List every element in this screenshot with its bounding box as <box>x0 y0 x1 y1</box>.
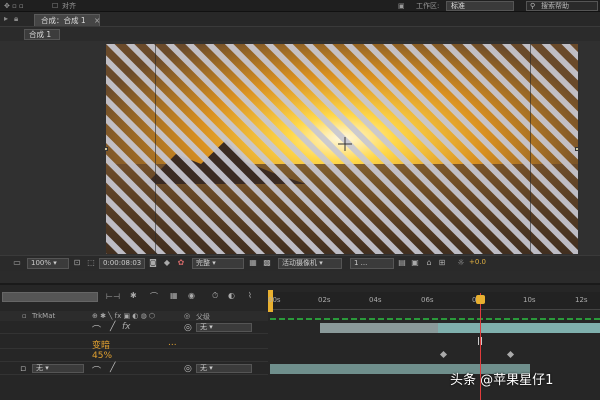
layer-bar[interactable] <box>320 323 438 333</box>
trkmat-value: 无 <box>36 364 43 372</box>
label-icon: ▫ <box>22 312 27 320</box>
exposure-value[interactable]: +0.0 <box>469 258 486 266</box>
comp-frame-image[interactable] <box>106 44 578 254</box>
transparency-grid-icon[interactable]: ▩ <box>262 258 272 268</box>
switches-header: ⊕ ✱ ╲ fx ▣ ◐ ◍ ⬡ <box>92 312 156 320</box>
parent-value: 无 <box>200 364 207 372</box>
search-placeholder: 搜索帮助 <box>541 2 569 10</box>
shy-icon[interactable]: ⌒ <box>150 291 158 302</box>
pickwhip-icon[interactable]: ◎ <box>184 323 192 333</box>
trkmat-select[interactable]: 无 ▾ <box>32 364 84 373</box>
resolution-select[interactable]: 完整 ▾ <box>192 258 244 269</box>
parent-select[interactable]: 无 ▾ <box>196 323 252 332</box>
safe-guide-left <box>155 44 156 254</box>
shy-switch-icon[interactable]: ⌒ <box>92 323 101 336</box>
timeline-icon[interactable]: ⌂ <box>424 258 434 268</box>
draft-3d-icon[interactable]: ✱ <box>130 291 137 300</box>
lock-icon[interactable]: 🔒︎ <box>14 14 18 24</box>
workspace-select[interactable]: 标准 <box>446 1 514 11</box>
quality-switch-icon[interactable]: ╱ <box>110 322 115 332</box>
region-icon[interactable]: ▦ <box>248 258 258 268</box>
sunset-stripes-image <box>106 44 578 254</box>
align-checkbox[interactable]: ☐ <box>52 0 58 12</box>
timeline-column-header: ▫ TrkMat ⊕ ✱ ╲ fx ▣ ◐ ◍ ⬡ ◎ 父级 <box>0 311 268 321</box>
flowchart-icon[interactable]: ⊞ <box>437 258 447 268</box>
fast-preview-icon[interactable]: ▣ <box>410 258 420 268</box>
breadcrumb-label: 合成 1 <box>29 30 52 39</box>
layer-handle-right[interactable] <box>575 147 579 151</box>
exposure-icon[interactable]: ☼ <box>456 258 466 268</box>
panel-menu-icon[interactable]: ▸ <box>4 14 8 23</box>
align-label: 对齐 <box>62 2 76 10</box>
parent-value: 无 <box>200 323 207 331</box>
tab-composition-label: 合成：合成 1 <box>41 16 86 25</box>
workspace-value: 标准 <box>451 2 465 10</box>
search-icon: ⚲ <box>530 2 536 10</box>
layer-bar-active[interactable] <box>438 323 600 333</box>
timecode-value: 0:00:08:03 <box>103 259 142 267</box>
camera-select[interactable]: 活动摄像机 ▾ <box>278 258 342 269</box>
help-search-input[interactable]: ⚲ 搜索帮助 <box>526 1 598 11</box>
zoom-select[interactable]: 100% ▾ <box>27 258 69 269</box>
ruler-tick: 04s <box>369 296 382 304</box>
graph-icon[interactable]: ⌇ <box>248 291 252 300</box>
playhead-handle[interactable] <box>476 295 485 304</box>
parent-select[interactable]: 无 ▾ <box>196 364 252 373</box>
property-value[interactable]: 45% <box>92 351 112 361</box>
graph-editor-icon[interactable]: ◐ <box>228 291 235 300</box>
layer-handle-left[interactable] <box>104 147 108 151</box>
mask-icon[interactable]: ⬚ <box>86 258 96 268</box>
parent-link-icon: ◎ <box>184 312 191 320</box>
grid-icon[interactable]: ⊡ <box>72 258 82 268</box>
views-select[interactable]: 1 ... <box>350 258 394 269</box>
fx-switch-icon[interactable]: fx <box>122 322 131 332</box>
layer-row[interactable]: ▫ 无 ▾ ⌒ ╱ ◎ 无 ▾ <box>0 363 268 377</box>
views-value: 1 ... <box>354 259 368 267</box>
label-color-icon[interactable]: ▫ <box>20 364 26 374</box>
resolution-value: 完整 <box>196 259 210 267</box>
app-menu-bar: ✥ ▫ ▫ ☐ 对齐 ▣ 工作区: 标准 ⚲ 搜索帮助 <box>0 0 600 12</box>
pickwhip-icon[interactable]: ◎ <box>184 364 192 374</box>
close-icon[interactable]: × <box>94 16 100 25</box>
property-row[interactable]: 变暗 ... <box>0 337 268 351</box>
safe-guide-right <box>530 44 531 254</box>
quality-switch-icon[interactable]: ╱ <box>110 363 115 373</box>
property-value-row[interactable]: 45% <box>0 350 268 362</box>
workspace-label: 工作区: <box>416 2 440 10</box>
shy-switch-icon[interactable]: ⌒ <box>92 364 101 377</box>
breadcrumb[interactable]: 合成 1 <box>24 29 60 40</box>
frame-blend-icon[interactable]: ▦ <box>170 291 178 300</box>
toggle-pixel-icon[interactable]: ▤ <box>397 258 407 268</box>
timecode-field[interactable]: 0:00:08:03 <box>99 258 145 269</box>
snapshot-icon[interactable]: ◙ <box>148 258 158 268</box>
brainstorm-icon[interactable]: ⏱ <box>212 291 218 301</box>
ruler-tick: 02s <box>318 296 331 304</box>
tab-composition[interactable]: 合成：合成 1 × <box>34 14 100 26</box>
ruler-tick: 00s <box>268 296 281 304</box>
camera-value: 活动摄像机 <box>282 259 317 267</box>
motion-blur-icon[interactable]: ◉ <box>188 291 195 300</box>
parent-header: 父级 <box>196 313 210 321</box>
layer-row[interactable]: ⌒ ╱ fx ◎ 无 ▾ <box>0 322 268 336</box>
comp-mini-flowchart-icon[interactable]: ⊢⊣ <box>106 292 120 301</box>
workspace-icon[interactable]: ▣ <box>398 0 405 12</box>
always-preview-icon[interactable]: ▭ <box>12 258 22 268</box>
timeline-search-input[interactable] <box>2 292 98 302</box>
watermark-text: 头条 @苹果星仔1 <box>450 373 554 388</box>
zoom-value: 100% <box>31 259 52 267</box>
render-cache-bar <box>270 318 600 320</box>
trkmat-header: TrkMat <box>32 312 56 320</box>
ruler-tick: 12s <box>575 296 588 304</box>
move-icon[interactable]: ✥ ▫ ▫ <box>4 0 24 12</box>
property-link[interactable]: ... <box>168 338 177 348</box>
show-snapshot-icon[interactable]: ◆ <box>162 258 172 268</box>
ruler-tick: 06s <box>421 296 434 304</box>
color-channel-icon[interactable]: ✿ <box>176 258 186 268</box>
ruler-tick: 10s <box>523 296 536 304</box>
